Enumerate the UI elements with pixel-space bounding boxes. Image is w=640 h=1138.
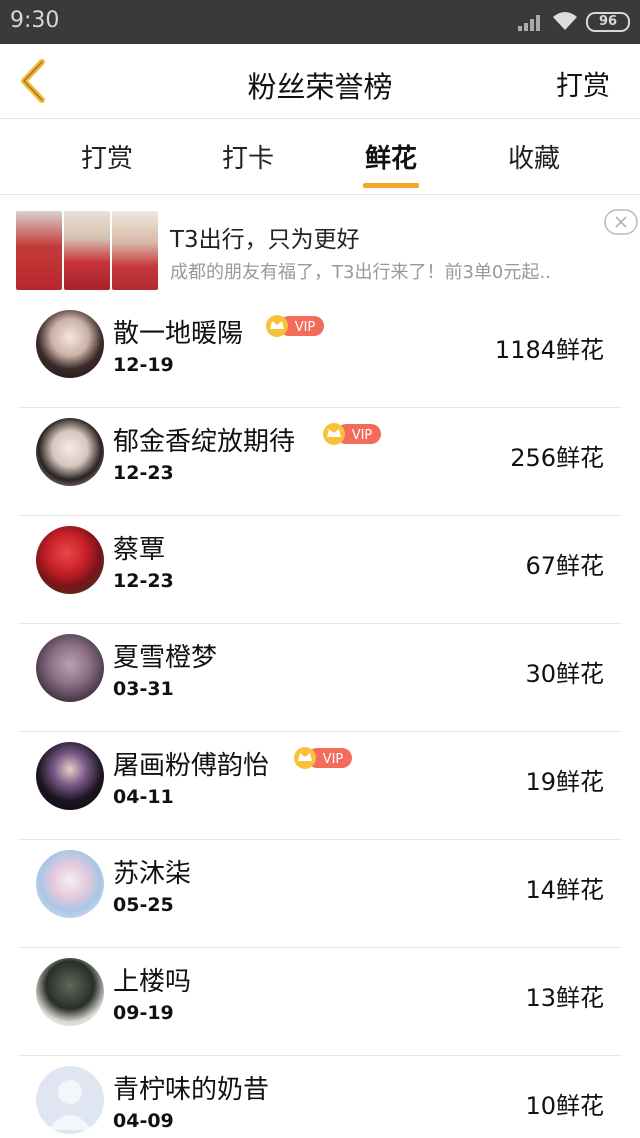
flower-count: 30鲜花 [525, 660, 604, 688]
flower-count: 19鲜花 [525, 768, 604, 796]
user-date: 04-09 [113, 1110, 174, 1132]
ad-image [16, 211, 62, 290]
user-date: 05-25 [113, 894, 174, 916]
list-item[interactable]: 夏雪橙梦 03-31 30鲜花 [0, 624, 640, 732]
vip-label: VIP [295, 320, 316, 335]
user-name: 夏雪橙梦 [113, 643, 218, 673]
ad-banner[interactable]: T3出行，只为更好 成都的朋友有福了，T3出行来了！前3单0元起.. [0, 196, 640, 296]
flower-count: 67鲜花 [525, 552, 604, 580]
user-date: 12-23 [113, 570, 174, 592]
vip-badge: VIP [294, 747, 352, 769]
user-date: 04-11 [113, 786, 174, 808]
flower-count: 13鲜花 [525, 984, 604, 1012]
page-title: 粉丝荣誉榜 [247, 70, 393, 104]
flower-count: 256鲜花 [510, 444, 604, 472]
battery-indicator: 96 [586, 12, 630, 32]
close-icon[interactable] [604, 209, 638, 235]
avatar[interactable] [36, 742, 104, 810]
tab-favorites[interactable]: 收藏 [484, 138, 584, 175]
user-name: 青柠味的奶昔 [113, 1075, 270, 1105]
tab-flowers[interactable]: 鲜花 [341, 138, 441, 175]
avatar[interactable] [36, 958, 104, 1026]
user-name: 苏沐柒 [113, 859, 192, 889]
app-header: 粉丝荣誉榜 打赏 [0, 44, 640, 119]
default-avatar-icon[interactable] [36, 1066, 104, 1134]
user-name: 屠画粉傅韵怡 [113, 751, 270, 781]
user-name: 上楼吗 [113, 967, 192, 997]
user-date: 12-19 [113, 354, 174, 376]
avatar[interactable] [36, 310, 104, 378]
person-icon [48, 1080, 92, 1130]
tab-checkin[interactable]: 打卡 [198, 138, 298, 175]
active-tab-indicator [363, 183, 419, 188]
tab-reward[interactable]: 打赏 [57, 138, 157, 175]
user-name: 散一地暖陽 [113, 319, 244, 349]
avatar[interactable] [36, 418, 104, 486]
status-time: 9:30 [10, 8, 60, 33]
ad-title: T3出行，只为更好 [170, 227, 360, 253]
ad-image [64, 211, 110, 290]
wifi-icon [553, 12, 577, 30]
signal-icon [518, 15, 540, 31]
avatar[interactable] [36, 634, 104, 702]
vip-label: VIP [323, 752, 344, 767]
list-item[interactable]: 郁金香绽放期待 VIP 12-23 256鲜花 [0, 408, 640, 516]
list-item[interactable]: 青柠味的奶昔 04-09 10鲜花 [0, 1056, 640, 1138]
list-item[interactable]: 散一地暖陽 VIP 12-19 1184鲜花 [0, 300, 640, 408]
user-date: 03-31 [113, 678, 174, 700]
avatar[interactable] [36, 850, 104, 918]
list-item[interactable]: 上楼吗 09-19 13鲜花 [0, 948, 640, 1056]
status-bar: 9:30 96 [0, 0, 640, 44]
vip-label: VIP [352, 428, 373, 443]
flower-count: 14鲜花 [525, 876, 604, 904]
user-name: 蔡覃 [113, 535, 166, 565]
flower-count: 10鲜花 [525, 1092, 604, 1120]
list-item[interactable]: 蔡覃 12-23 67鲜花 [0, 516, 640, 624]
list-item[interactable]: 苏沐柒 05-25 14鲜花 [0, 840, 640, 948]
vip-badge: VIP [323, 423, 381, 445]
tip-button[interactable]: 打赏 [556, 64, 610, 103]
user-date: 09-19 [113, 1002, 174, 1024]
user-date: 12-23 [113, 462, 174, 484]
ad-image [112, 211, 158, 290]
vip-badge: VIP [266, 315, 324, 337]
user-name: 郁金香绽放期待 [113, 427, 296, 457]
list-item[interactable]: 屠画粉傅韵怡 VIP 04-11 19鲜花 [0, 732, 640, 840]
tab-bar: 打赏 打卡 鲜花 收藏 [0, 120, 640, 195]
ad-description: 成都的朋友有福了，T3出行来了！前3单0元起.. [170, 262, 551, 283]
avatar[interactable] [36, 526, 104, 594]
flower-count: 1184鲜花 [494, 336, 604, 364]
